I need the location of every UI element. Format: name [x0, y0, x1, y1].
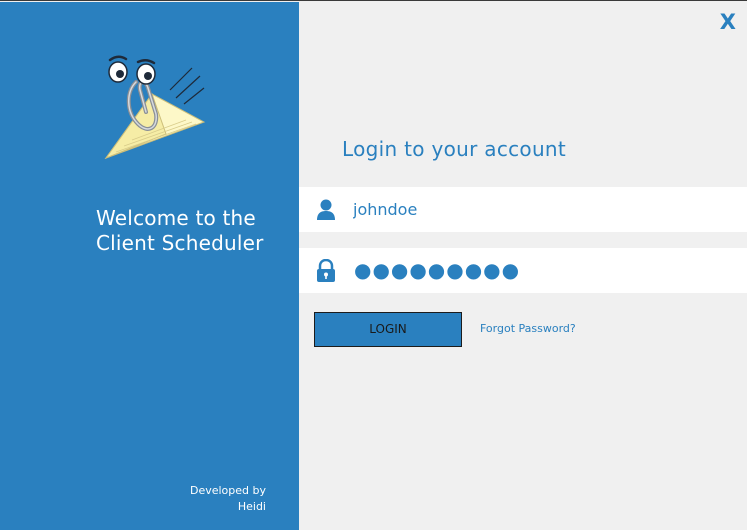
password-input[interactable]: ●●●●●●●●●	[354, 259, 520, 281]
welcome-line-2: Client Scheduler	[96, 231, 264, 255]
forgot-password-link[interactable]: Forgot Password?	[480, 322, 576, 335]
lock-icon	[317, 259, 335, 282]
developer-credits: Developed by Heidi	[146, 483, 266, 515]
login-panel: X Login to your account ●●●●●●●●● LOGIN …	[299, 2, 747, 530]
welcome-heading: Welcome to the Client Scheduler	[96, 206, 286, 256]
paperclip-paper-plane-icon	[104, 55, 206, 160]
credits-line-1: Developed by	[189, 484, 266, 497]
user-icon	[317, 199, 335, 220]
login-title: Login to your account	[342, 137, 567, 161]
login-window: Welcome to the Client Scheduler Develope…	[0, 0, 747, 530]
username-field-row	[299, 187, 747, 232]
credits-line-2: Heidi	[237, 500, 266, 513]
welcome-line-1: Welcome to the	[96, 206, 256, 230]
login-button[interactable]: LOGIN	[314, 312, 462, 347]
welcome-panel: Welcome to the Client Scheduler Develope…	[0, 2, 299, 530]
username-input[interactable]	[349, 187, 729, 232]
password-field-row: ●●●●●●●●●	[299, 248, 747, 293]
close-button[interactable]: X	[720, 11, 736, 33]
